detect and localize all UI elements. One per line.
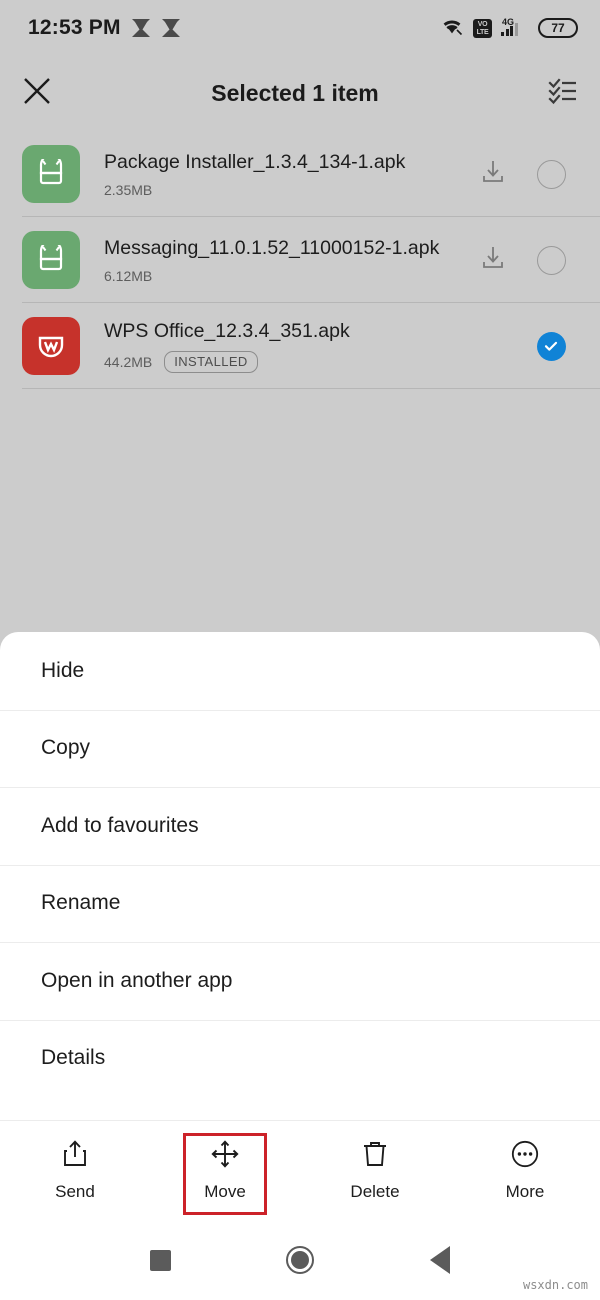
install-download-button[interactable]: [472, 245, 514, 276]
menu-item-details[interactable]: Details: [0, 1019, 600, 1098]
close-button[interactable]: [0, 56, 74, 131]
file-size: 6.12MB: [104, 268, 153, 284]
android-apk-icon: [22, 145, 80, 203]
android-apk-icon: [22, 231, 80, 289]
share-icon: [60, 1139, 90, 1174]
file-info: Messaging_11.0.1.52_11000152-1.apk 6.12M…: [80, 236, 472, 284]
select-all-button[interactable]: [526, 56, 600, 131]
menu-item-open-in-another-app[interactable]: Open in another app: [0, 942, 600, 1020]
status-bar-left: 12:53 PM: [28, 16, 181, 40]
checkbox-unchecked-icon: [536, 159, 566, 189]
move-button[interactable]: Move: [150, 1121, 300, 1221]
table-row[interactable]: Messaging_11.0.1.52_11000152-1.apk 6.12M…: [0, 217, 600, 303]
install-download-button[interactable]: [472, 159, 514, 190]
phone-screen: 12:53 PM VO LTE 4G 77 Selected 1 item Pa…: [0, 0, 600, 1300]
signal-4g-icon: 4G: [501, 17, 529, 38]
file-name: Messaging_11.0.1.52_11000152-1.apk: [104, 237, 440, 259]
wifi-icon: [440, 16, 464, 41]
file-name: Package Installer_1.3.4_134-1.apk: [104, 151, 406, 173]
android-nav-bar: [0, 1220, 600, 1300]
wps-office-icon: [22, 317, 80, 375]
context-menu-sheet: Hide Copy Add to favourites Rename Open …: [0, 632, 600, 1120]
action-label: Send: [55, 1182, 95, 1201]
home-circle-icon: [286, 1246, 314, 1274]
install-download-icon: [480, 245, 506, 276]
recents-button[interactable]: [130, 1230, 190, 1290]
status-badge: INSTALLED: [164, 351, 258, 373]
action-label: More: [505, 1182, 545, 1201]
status-clock: 12:53 PM: [28, 16, 121, 39]
file-subline: 2.35MB: [104, 182, 472, 198]
vpn-icon: [131, 18, 151, 38]
install-download-icon: [480, 159, 506, 190]
move-arrows-icon: [210, 1139, 240, 1174]
recents-square-icon: [149, 1249, 171, 1271]
checkbox-checked-icon: [536, 331, 566, 361]
file-info: WPS Office_12.3.4_351.apk 44.2MB INSTALL…: [80, 319, 472, 373]
menu-item-rename[interactable]: Rename: [0, 864, 600, 943]
file-size: 44.2MB: [104, 354, 153, 370]
more-ellipsis-icon: [510, 1139, 540, 1174]
volte-icon: VO LTE: [473, 18, 492, 38]
select-all-icon: [547, 75, 579, 112]
menu-item-hide[interactable]: Hide: [0, 632, 600, 710]
table-row[interactable]: WPS Office_12.3.4_351.apk 44.2MB INSTALL…: [0, 303, 600, 389]
status-bar: 12:53 PM VO LTE 4G 77: [0, 0, 600, 56]
send-button[interactable]: Send: [0, 1121, 150, 1221]
table-row[interactable]: Package Installer_1.3.4_134-1.apk 2.35MB: [0, 131, 600, 217]
file-size: 2.35MB: [104, 182, 153, 198]
delete-button[interactable]: Delete: [300, 1121, 450, 1221]
back-button[interactable]: [410, 1230, 470, 1290]
file-list: Package Installer_1.3.4_134-1.apk 2.35MB: [0, 131, 600, 389]
menu-item-add-to-favourites[interactable]: Add to favourites: [0, 787, 600, 865]
signal-bars: [501, 23, 518, 36]
back-triangle-icon: [430, 1246, 450, 1274]
menu-item-copy[interactable]: Copy: [0, 709, 600, 788]
action-toolbar: Send Move Delete More: [0, 1120, 600, 1220]
file-subline: 6.12MB: [104, 268, 472, 284]
row-checkbox[interactable]: [528, 159, 574, 189]
app-bar: Selected 1 item: [0, 56, 600, 131]
vpn-icon: [161, 18, 181, 38]
more-button[interactable]: More: [450, 1121, 600, 1221]
checkbox-unchecked-icon: [536, 245, 566, 275]
status-bar-right: VO LTE 4G 77: [440, 16, 578, 41]
row-checkbox[interactable]: [528, 331, 574, 361]
battery-icon: 77: [538, 18, 578, 38]
file-info: Package Installer_1.3.4_134-1.apk 2.35MB: [80, 150, 472, 198]
page-title: Selected 1 item: [211, 80, 379, 106]
file-name: WPS Office_12.3.4_351.apk: [104, 320, 350, 342]
row-checkbox[interactable]: [528, 245, 574, 275]
home-button[interactable]: [270, 1230, 330, 1290]
trash-icon: [360, 1139, 390, 1174]
action-label: Delete: [350, 1182, 400, 1201]
close-icon: [22, 76, 52, 111]
watermark: wsxdn.com: [522, 1278, 588, 1292]
action-label: Move: [204, 1182, 246, 1201]
file-subline: 44.2MB INSTALLED: [104, 351, 472, 373]
